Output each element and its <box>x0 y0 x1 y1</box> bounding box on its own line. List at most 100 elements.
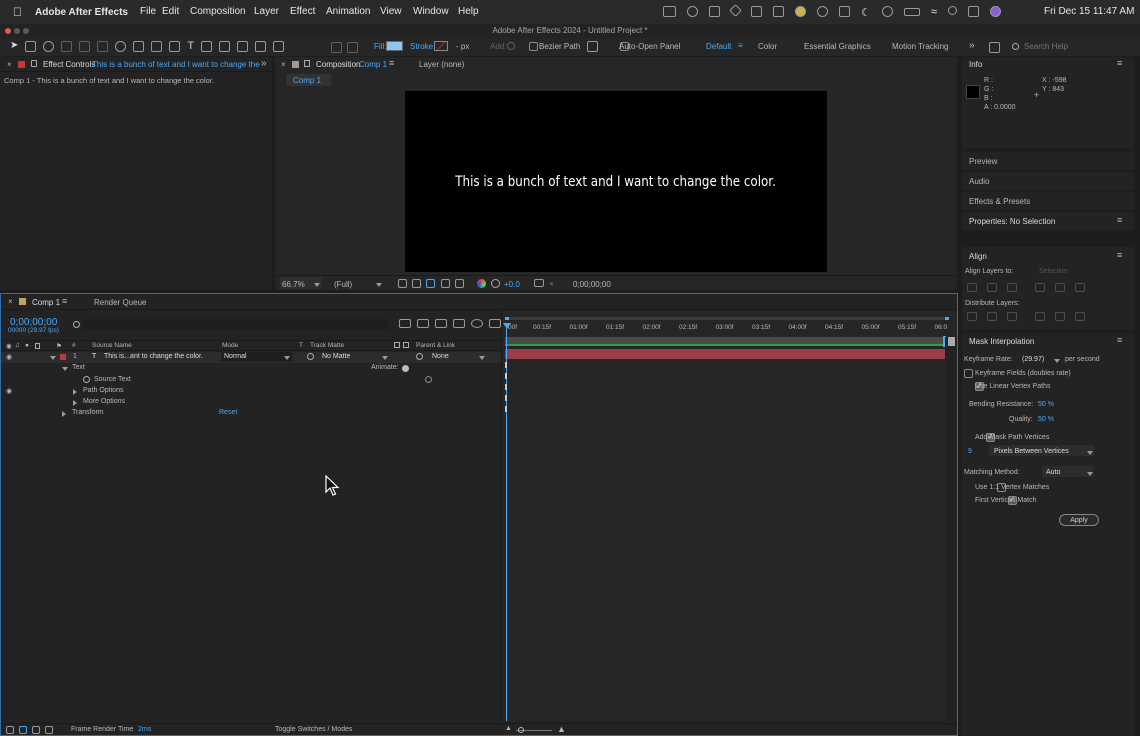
bending-resistance-value[interactable]: 50 % <box>1038 401 1054 408</box>
effects-presets-panel[interactable]: Effects & Presets <box>962 192 1134 210</box>
transparency-grid-icon[interactable] <box>412 279 421 288</box>
zoom-in-icon[interactable]: ▲ <box>557 724 566 734</box>
timeline-graph-area[interactable]: 00f 00:15f 01:00f 01:15f 02:00f 02:15f 03:00f 0… <box>501 311 957 721</box>
menu-item-file[interactable]: File <box>140 6 156 17</box>
solo-icon[interactable]: ● <box>25 342 29 349</box>
time-ruler[interactable]: 00f 00:15f 01:00f 01:15f 02:00f 02:15f 03:00f 0… <box>502 322 948 335</box>
orbit-tool-icon[interactable] <box>61 41 73 52</box>
align-to-value[interactable]: Selection <box>1039 268 1068 275</box>
snap-options-icon[interactable] <box>347 42 358 53</box>
color-channel-icon[interactable] <box>477 279 486 288</box>
layer-switches-icon[interactable] <box>6 726 14 734</box>
exposure-value[interactable]: +0.0 <box>504 280 520 289</box>
properties-title[interactable]: Properties: No Selection <box>969 217 1055 226</box>
panel-menu-icon[interactable]: ≡ <box>1117 250 1122 260</box>
work-area-bar[interactable] <box>505 337 945 346</box>
clock-icon[interactable] <box>881 6 893 17</box>
menu-item-layer[interactable]: Layer <box>254 6 279 17</box>
camera-icon[interactable] <box>751 6 762 17</box>
menu-item-effect[interactable]: Effect <box>290 6 315 17</box>
roto-tool-icon[interactable] <box>255 41 267 52</box>
comp-flowchart-icon[interactable] <box>399 319 411 328</box>
audio-panel[interactable]: Audio <box>962 172 1134 190</box>
layer-duration-bar[interactable] <box>505 349 945 359</box>
keyframe-marker[interactable] <box>505 384 507 390</box>
layer-search-input[interactable] <box>83 319 388 330</box>
transform-reset-link[interactable]: Reset <box>219 409 237 416</box>
align-bottom-icon[interactable] <box>1075 283 1085 292</box>
audio-title[interactable]: Audio <box>969 177 989 186</box>
toggle-switches-button[interactable]: Toggle Switches / Modes <box>275 726 352 733</box>
keyframe-marker[interactable] <box>505 362 507 368</box>
workspace-default[interactable]: Default <box>706 42 731 51</box>
more-options-expand-icon[interactable] <box>73 400 77 406</box>
brush-tool-icon[interactable] <box>201 41 213 52</box>
help-search-input[interactable] <box>1024 40 1134 53</box>
menu-item-animation[interactable]: Animation <box>326 6 370 17</box>
window-icon[interactable] <box>839 6 850 17</box>
dropbox-icon[interactable] <box>729 4 742 17</box>
properties-panel[interactable]: Properties: No Selection ≡ <box>962 212 1134 230</box>
pen-tool-icon[interactable] <box>169 41 181 52</box>
menu-item-help[interactable]: Help <box>458 6 479 17</box>
align-right-icon[interactable] <box>1007 283 1017 292</box>
timeline-tab-label[interactable]: Comp 1 <box>32 298 60 307</box>
comp-canvas-text[interactable]: This is a bunch of text and I want to ch… <box>456 174 777 190</box>
stripes-icon[interactable] <box>709 6 720 17</box>
mask-visibility-icon[interactable] <box>426 279 435 288</box>
moon-icon[interactable]: ☾ <box>861 6 871 19</box>
panel-menu-icon[interactable]: ≡ <box>1117 335 1122 345</box>
lock-icon[interactable] <box>304 60 310 67</box>
distribute-bottom-icon[interactable] <box>1007 312 1017 321</box>
layer-parent-value[interactable]: None <box>432 353 449 360</box>
menu-item-window[interactable]: Window <box>413 6 449 17</box>
preview-panel[interactable]: Preview <box>962 152 1134 170</box>
notes-icon[interactable] <box>773 6 784 17</box>
time-navigator[interactable] <box>505 317 949 320</box>
layer-matte-value[interactable]: No Matte <box>322 353 350 360</box>
transform-expand-icon[interactable] <box>62 411 66 417</box>
keyframe-marker[interactable] <box>505 395 507 401</box>
lock-icon[interactable] <box>31 60 37 67</box>
workspace-motion-tracking[interactable]: Motion Tracking <box>892 42 948 51</box>
guides-icon[interactable] <box>441 279 450 288</box>
clone-tool-icon[interactable] <box>219 41 231 52</box>
snapshot-icon[interactable] <box>534 279 544 287</box>
stroke-swatch[interactable] <box>434 41 448 51</box>
path-options-label[interactable]: Path Options <box>83 387 123 394</box>
zoom-tool-icon[interactable] <box>43 41 55 52</box>
playhead-line[interactable] <box>506 323 507 721</box>
pan-tool-icon[interactable] <box>79 41 91 52</box>
text-group-expand-icon[interactable] <box>62 367 68 371</box>
vertices-value[interactable]: 9 <box>968 448 972 455</box>
puppet-tool-icon[interactable] <box>273 41 285 52</box>
workspace-color[interactable]: Color <box>758 42 777 51</box>
search-icon[interactable] <box>947 6 957 15</box>
rotate-tool-icon[interactable] <box>115 41 127 52</box>
keyframe-rate-value[interactable]: (29.97) <box>1022 356 1044 363</box>
keyframe-marker[interactable] <box>505 406 507 412</box>
distribute-right-icon[interactable] <box>1075 312 1085 321</box>
animate-add-icon[interactable] <box>402 365 409 372</box>
menubar-clock[interactable]: Fri Dec 15 11:47 AM <box>1044 6 1134 17</box>
transform-label[interactable]: Transform <box>72 409 104 416</box>
col-track-matte[interactable]: Track Matte <box>310 342 344 349</box>
workspace-more-icon[interactable]: » <box>969 40 975 51</box>
text-group-label[interactable]: Text <box>72 364 85 371</box>
type-tool-icon[interactable]: T <box>187 41 194 52</box>
switch-icon[interactable] <box>394 342 400 348</box>
col-source-name[interactable]: Source Name <box>92 342 132 349</box>
show-snapshot-icon[interactable]: ● <box>549 279 554 288</box>
align-vcenter-icon[interactable] <box>1055 283 1065 292</box>
keyframe-fields-checkbox[interactable] <box>964 369 973 378</box>
panel-menu-icon[interactable]: ≡ <box>389 58 394 68</box>
more-options-label[interactable]: More Options <box>83 398 125 405</box>
menu-item-view[interactable]: View <box>380 6 402 17</box>
panel-menu-icon[interactable]: ≡ <box>1117 58 1122 68</box>
playhead-handle[interactable] <box>503 323 511 329</box>
layer-label-color[interactable] <box>60 354 66 360</box>
resolution-value[interactable]: (Full) <box>334 280 352 289</box>
parent-pickwhip-icon[interactable] <box>416 353 423 360</box>
zoom-slider-thumb[interactable] <box>518 727 524 733</box>
stopwatch-icon[interactable] <box>83 376 90 383</box>
